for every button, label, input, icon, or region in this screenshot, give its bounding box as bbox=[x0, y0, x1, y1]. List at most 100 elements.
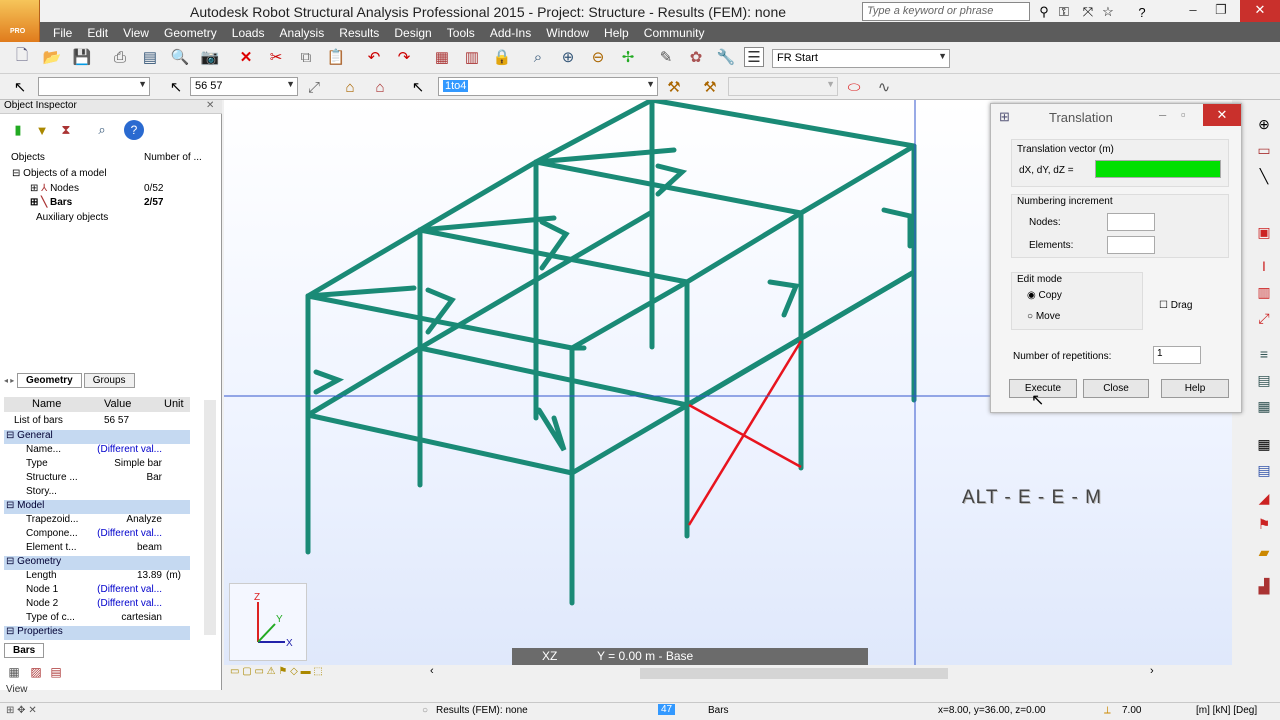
drawing-icon[interactable]: ✎ bbox=[656, 47, 676, 67]
filter-icon[interactable]: ▼ bbox=[32, 120, 52, 140]
translation-vector-input[interactable] bbox=[1095, 160, 1221, 178]
prop-section[interactable]: ⊟ Properties bbox=[4, 626, 190, 640]
info-icon[interactable]: ? bbox=[124, 120, 144, 140]
copy-radio[interactable]: ◉ Copy bbox=[1027, 290, 1062, 301]
bar-frame-icon[interactable]: ⌂ bbox=[370, 77, 390, 97]
view-tools-icon[interactable]: ▭ ▢ ▭ ⚠ ⚑ ◇ ▬ ⬚ bbox=[230, 666, 323, 677]
menu-addins[interactable]: Add-Ins bbox=[484, 24, 537, 42]
zoom-out-icon[interactable]: ⊖ bbox=[588, 47, 608, 67]
prop-row[interactable]: Story... bbox=[4, 486, 190, 500]
stairs-tool-icon[interactable]: ▟ bbox=[1254, 576, 1274, 596]
menu-help[interactable]: Help bbox=[598, 24, 635, 42]
tab-groups[interactable]: Groups bbox=[83, 373, 135, 388]
help-icon[interactable]: ? bbox=[1132, 2, 1152, 22]
minimize-button[interactable]: – bbox=[1180, 2, 1206, 20]
preferences-icon[interactable]: 🔧 bbox=[716, 47, 736, 67]
prop-row[interactable]: Type of c... cartesian bbox=[4, 612, 190, 626]
prop-section[interactable]: ⊟ General bbox=[4, 430, 190, 444]
elements-increment-input[interactable] bbox=[1107, 236, 1155, 254]
units-status[interactable]: [m] [kN] [Deg] bbox=[1196, 705, 1257, 716]
menu-geometry[interactable]: Geometry bbox=[158, 24, 223, 42]
close-window-button[interactable]: ✕ bbox=[1240, 0, 1280, 22]
prop-row[interactable]: Element t... beam bbox=[4, 542, 190, 556]
screen-capture-icon[interactable]: 📷 bbox=[200, 47, 220, 67]
clear-filter-icon[interactable]: ⧗ bbox=[56, 120, 76, 140]
layout-icon[interactable]: ☰ bbox=[744, 47, 764, 67]
i-beam-icon[interactable]: I bbox=[1254, 256, 1274, 276]
release-icon[interactable]: ⤢ bbox=[1254, 308, 1274, 328]
menu-design[interactable]: Design bbox=[388, 24, 437, 42]
load-tool-icon[interactable]: ◢ bbox=[1254, 488, 1274, 508]
status-tools-icon[interactable]: ⊞ ✥ ✕ bbox=[6, 705, 37, 716]
repetitions-input[interactable]: 1 bbox=[1153, 346, 1201, 364]
layout-select[interactable]: FR Start ▼ bbox=[772, 49, 950, 68]
prop-row[interactable]: Name... (Different val... bbox=[4, 444, 190, 458]
table-view-icon[interactable]: ▦ bbox=[4, 662, 24, 682]
restore-button[interactable]: ❐ bbox=[1208, 2, 1234, 20]
search-input[interactable]: Type a keyword or phrase bbox=[862, 2, 1030, 21]
print-composition-icon[interactable]: ▤ bbox=[140, 47, 160, 67]
menu-file[interactable]: File bbox=[47, 24, 78, 42]
status-value[interactable]: 7.00 bbox=[1122, 705, 1141, 716]
bar-tool-icon[interactable]: ╲ bbox=[1254, 166, 1274, 186]
key-icon[interactable]: ⚿ bbox=[1054, 2, 1074, 22]
move-radio[interactable]: ○ Move bbox=[1027, 311, 1060, 322]
menu-results[interactable]: Results bbox=[333, 24, 385, 42]
open-icon[interactable]: 📂 bbox=[42, 47, 62, 67]
mesh-icon[interactable]: ▦ bbox=[1254, 396, 1274, 416]
exchange-icon[interactable]: ⤧ bbox=[1078, 2, 1098, 22]
menu-view[interactable]: View bbox=[117, 24, 155, 42]
menu-tools[interactable]: Tools bbox=[441, 24, 481, 42]
page-number[interactable]: 47 bbox=[658, 704, 676, 715]
undo-icon[interactable]: ↶ bbox=[364, 47, 384, 67]
load-case-icon[interactable]: ⚒ bbox=[664, 77, 684, 97]
menu-loads[interactable]: Loads bbox=[226, 24, 271, 42]
binoculars-icon[interactable]: ⚲ bbox=[1034, 2, 1054, 22]
bar-pointer-icon[interactable]: ↖ bbox=[166, 77, 186, 97]
scroll-left-icon[interactable]: ‹ bbox=[430, 665, 434, 677]
close-button[interactable]: Close bbox=[1083, 379, 1149, 398]
axis-icon[interactable]: ✢ bbox=[618, 47, 638, 67]
new-icon[interactable]: 🗋 bbox=[12, 47, 32, 67]
horizontal-scrollbar[interactable] bbox=[640, 668, 948, 679]
solid-tool-icon[interactable]: ▰ bbox=[1254, 542, 1274, 562]
table-tool-icon[interactable]: ▤ bbox=[1254, 460, 1274, 480]
dialog-maximize-button[interactable]: ▫ bbox=[1181, 107, 1186, 122]
view-level[interactable]: Y = 0.00 m - Base bbox=[597, 649, 693, 663]
preview-icon[interactable]: 🔍 bbox=[170, 47, 190, 67]
prop-row[interactable]: Length 13.89 (m) bbox=[4, 570, 190, 584]
slab-icon[interactable]: ▤ bbox=[1254, 370, 1274, 390]
case-selection-combo[interactable]: 1to4 ▼ bbox=[438, 77, 658, 96]
menu-window[interactable]: Window bbox=[540, 24, 595, 42]
tree-item-model[interactable]: ⊟ Objects of a model bbox=[12, 168, 107, 179]
help-button[interactable]: Help bbox=[1161, 379, 1229, 398]
node-frame-icon[interactable]: ⌂ bbox=[340, 77, 360, 97]
wave-icon[interactable]: ∿ bbox=[874, 77, 894, 97]
section-tool-icon[interactable]: ▭ bbox=[1254, 140, 1274, 160]
zoom-in-icon[interactable]: ⊕ bbox=[558, 47, 578, 67]
mode-combo[interactable]: ▼ bbox=[728, 77, 838, 96]
drag-checkbox[interactable]: ☐ Drag bbox=[1159, 300, 1192, 311]
cut-icon[interactable]: ✂ bbox=[266, 47, 286, 67]
prop-row[interactable]: Structure ... Bar bbox=[4, 472, 190, 486]
tables-icon[interactable]: ▥ bbox=[462, 47, 482, 67]
nodes-increment-input[interactable] bbox=[1107, 213, 1155, 231]
tree-item-nodes[interactable]: ⊞ ⅄ Nodes bbox=[30, 183, 79, 194]
property-scrollbar[interactable] bbox=[204, 400, 216, 635]
scroll-right-icon[interactable]: › bbox=[1150, 665, 1154, 677]
lock-icon[interactable]: 🔒 bbox=[492, 47, 512, 67]
prop-row[interactable]: Node 2 (Different val... bbox=[4, 598, 190, 612]
section-icon[interactable]: ⬭ bbox=[844, 77, 864, 97]
paste-icon[interactable]: 📋 bbox=[326, 47, 346, 67]
table-icon[interactable]: ▦ bbox=[432, 47, 452, 67]
node-tool-icon[interactable]: ⊕ bbox=[1254, 114, 1274, 134]
list-of-bars-row[interactable]: List of bars 56 57 bbox=[4, 415, 190, 429]
prop-row[interactable]: Node 1 (Different val... bbox=[4, 584, 190, 598]
app-logo[interactable] bbox=[0, 0, 40, 42]
panel-icon[interactable]: ≡ bbox=[1254, 344, 1274, 364]
zoom-window-icon[interactable]: ⌕ bbox=[528, 47, 548, 67]
dialog-close-icon[interactable]: ✕ bbox=[1203, 104, 1241, 126]
material-icon[interactable]: ▥ bbox=[1254, 282, 1274, 302]
pointer-help-icon[interactable]: ↖ bbox=[10, 77, 30, 97]
bar-table-icon[interactable]: ▤ bbox=[46, 662, 66, 682]
